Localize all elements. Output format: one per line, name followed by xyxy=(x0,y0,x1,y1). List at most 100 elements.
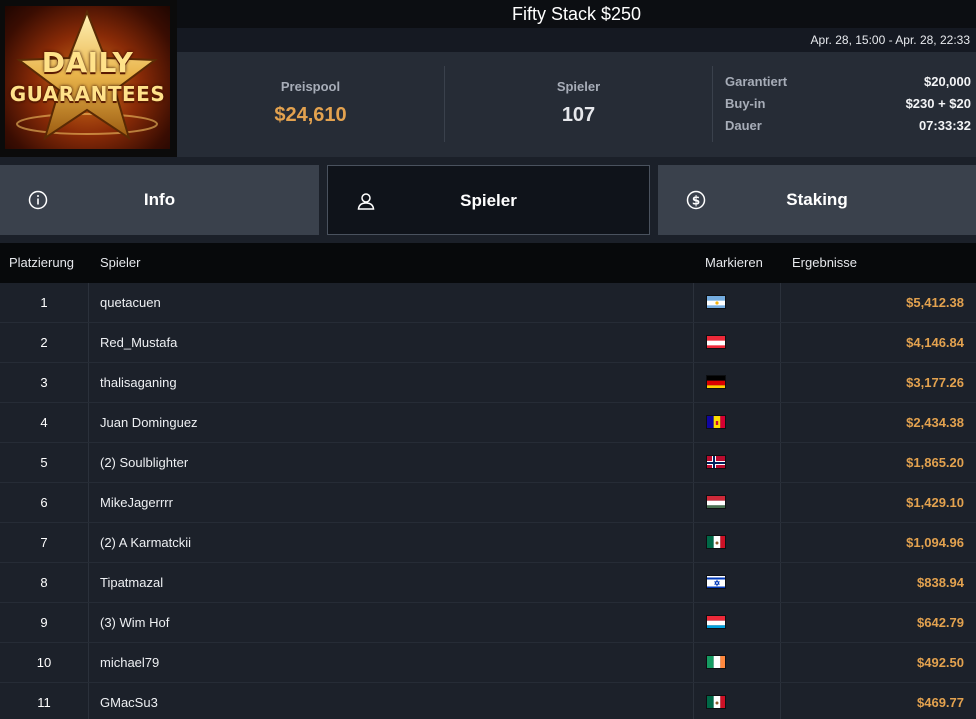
tab-spieler[interactable]: Spieler xyxy=(327,165,650,235)
table-row[interactable]: 11 GMacSu3 $469.77 xyxy=(0,683,976,719)
tab-spieler-label: Spieler xyxy=(460,191,517,210)
row-result: $1,865.20 xyxy=(906,455,964,470)
row-place: 11 xyxy=(0,683,89,719)
country-flag-icon xyxy=(706,335,726,349)
prizepool-stat: Preispool $24,610 xyxy=(177,52,444,157)
row-player-name[interactable]: michael79 xyxy=(100,643,159,682)
duration-label: Dauer xyxy=(725,118,762,133)
table-row[interactable]: 1 quetacuen $5,412.38 xyxy=(0,283,976,323)
table-header: Platzierung Spieler Markieren Ergebnisse xyxy=(0,243,976,283)
row-flag-cell xyxy=(693,363,781,402)
table-row[interactable]: 6 MikeJagerrrr $1,429.10 xyxy=(0,483,976,523)
country-flag-icon xyxy=(706,455,726,469)
buyin-row: Buy-in $230 + $20 xyxy=(725,96,971,118)
row-result: $492.50 xyxy=(917,655,964,670)
row-place: 4 xyxy=(0,403,89,442)
row-result: $1,429.10 xyxy=(906,495,964,510)
country-flag-icon xyxy=(706,695,726,709)
tab-staking-label: Staking xyxy=(786,190,848,209)
row-flag-cell xyxy=(693,563,781,602)
guaranteed-row: Garantiert $20,000 xyxy=(725,74,971,96)
row-place: 7 xyxy=(0,523,89,562)
header-flag[interactable]: Markieren xyxy=(705,243,763,283)
row-flag-cell xyxy=(693,603,781,642)
guaranteed-label: Garantiert xyxy=(725,74,788,89)
row-place: 8 xyxy=(0,563,89,602)
row-flag-cell xyxy=(693,683,781,719)
country-flag-icon xyxy=(706,415,726,429)
tournament-details: Garantiert $20,000 Buy-in $230 + $20 Dau… xyxy=(725,74,971,140)
buyin-label: Buy-in xyxy=(725,96,766,111)
country-flag-icon xyxy=(706,655,726,669)
duration-value: 07:33:32 xyxy=(918,118,971,133)
table-row[interactable]: 3 thalisaganing $3,177.26 xyxy=(0,363,976,403)
table-row[interactable]: 9 (3) Wim Hof $642.79 xyxy=(0,603,976,643)
tournament-logo: DAILY GUARANTEES xyxy=(0,0,177,157)
row-player-name[interactable]: (2) A Karmatckii xyxy=(100,523,191,562)
daily-guarantees-banner: DAILY GUARANTEES xyxy=(5,6,170,149)
row-result: $3,177.26 xyxy=(906,375,964,390)
row-place: 1 xyxy=(0,283,89,322)
row-flag-cell xyxy=(693,403,781,442)
table-row[interactable]: 10 michael79 $492.50 xyxy=(0,643,976,683)
tab-info[interactable]: Info xyxy=(0,165,319,235)
country-flag-icon xyxy=(706,535,726,549)
header-place[interactable]: Platzierung xyxy=(9,243,74,283)
row-player-name[interactable]: MikeJagerrrr xyxy=(100,483,173,522)
row-flag-cell xyxy=(693,443,781,482)
row-result: $469.77 xyxy=(917,695,964,710)
row-player-name[interactable]: Tipatmazal xyxy=(100,563,163,602)
results-table: 1 quetacuen $5,412.38 2 Red_Mustafa $4,146.84… xyxy=(0,283,976,719)
row-result: $2,434.38 xyxy=(906,415,964,430)
country-flag-icon xyxy=(706,615,726,629)
header-result[interactable]: Ergebnisse xyxy=(792,243,857,283)
table-row[interactable]: 4 Juan Dominguez $2,434.38 xyxy=(0,403,976,443)
prizepool-label: Preispool xyxy=(280,79,341,94)
row-player-name[interactable]: GMacSu3 xyxy=(100,683,158,719)
tab-staking[interactable]: $ Staking xyxy=(658,165,976,235)
country-flag-icon xyxy=(706,575,726,589)
row-result: $642.79 xyxy=(917,615,964,630)
row-place: 3 xyxy=(0,363,89,402)
country-flag-icon xyxy=(706,295,726,309)
row-flag-cell xyxy=(693,523,781,562)
row-player-name[interactable]: Juan Dominguez xyxy=(100,403,198,442)
players-value: 107 xyxy=(561,104,596,126)
row-place: 2 xyxy=(0,323,89,362)
tournament-title: Fifty Stack $250 xyxy=(177,0,976,28)
row-player-name[interactable]: thalisaganing xyxy=(100,363,177,402)
logo-text-daily: DAILY xyxy=(41,46,134,79)
row-player-name[interactable]: Red_Mustafa xyxy=(100,323,177,362)
tournament-stats-panel: Preispool $24,610 Spieler 107 Garantiert… xyxy=(177,52,976,157)
row-result: $838.94 xyxy=(917,575,964,590)
duration-row: Dauer 07:33:32 xyxy=(725,118,971,140)
row-player-name[interactable]: (2) Soulblighter xyxy=(100,443,188,482)
table-row[interactable]: 2 Red_Mustafa $4,146.84 xyxy=(0,323,976,363)
row-player-name[interactable]: quetacuen xyxy=(100,283,161,322)
prizepool-value: $24,610 xyxy=(274,104,347,126)
row-place: 5 xyxy=(0,443,89,482)
row-result: $1,094.96 xyxy=(906,535,964,550)
players-label: Spieler xyxy=(556,79,601,94)
row-flag-cell xyxy=(693,323,781,362)
row-flag-cell xyxy=(693,483,781,522)
row-flag-cell xyxy=(693,283,781,322)
tournament-dates: Apr. 28, 15:00 - Apr. 28, 22:33 xyxy=(177,28,976,52)
row-place: 6 xyxy=(0,483,89,522)
buyin-value: $230 + $20 xyxy=(905,96,971,111)
guaranteed-value: $20,000 xyxy=(924,74,971,89)
row-place: 9 xyxy=(0,603,89,642)
row-result: $4,146.84 xyxy=(906,335,964,350)
divider xyxy=(712,66,713,142)
tab-info-label: Info xyxy=(143,190,176,209)
logo-text-guarantees: GUARANTEES xyxy=(9,82,166,106)
row-place: 10 xyxy=(0,643,89,682)
table-row[interactable]: 7 (2) A Karmatckii $1,094.96 xyxy=(0,523,976,563)
row-result: $5,412.38 xyxy=(906,295,964,310)
table-row[interactable]: 5 (2) Soulblighter $1,865.20 xyxy=(0,443,976,483)
table-row[interactable]: 8 Tipatmazal $838.94 xyxy=(0,563,976,603)
header-player[interactable]: Spieler xyxy=(100,243,140,283)
players-stat: Spieler 107 xyxy=(445,52,712,157)
row-flag-cell xyxy=(693,643,781,682)
row-player-name[interactable]: (3) Wim Hof xyxy=(100,603,169,642)
